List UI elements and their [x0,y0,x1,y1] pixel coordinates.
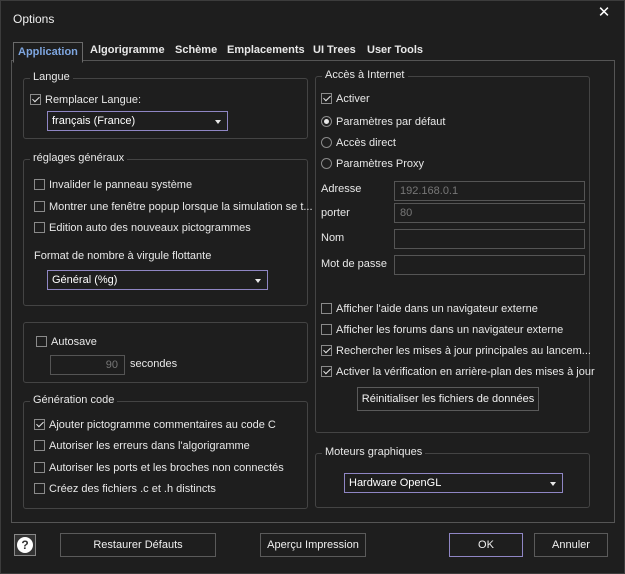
langue-group-title: Langue [30,71,73,83]
checkbox-icon [34,440,45,451]
codegen-option-label: Créez des fichiers .c et .h distincts [49,483,216,495]
general-option-checkbox[interactable]: Edition auto des nouveaux pictogrammes [34,221,251,235]
checkbox-icon [34,222,45,233]
password-input[interactable] [394,255,585,275]
autosave-seconds-input[interactable]: 90 [50,355,125,375]
checkbox-icon [321,303,332,314]
print-preview-button[interactable]: Aperçu Impression [260,533,366,557]
checkbox-icon [34,462,45,473]
checkbox-icon [34,419,45,430]
internet-activate-checkbox[interactable]: Activer [321,92,370,106]
replace-language-checkbox[interactable]: Remplacer Langue: [30,93,141,107]
language-select[interactable]: français (France) [47,111,228,131]
internet-option-checkbox[interactable]: Afficher les forums dans un navigateur e… [321,323,563,337]
radio-label: Accès direct [336,137,396,149]
codegen-option-checkbox[interactable]: Autoriser les ports et les broches non c… [34,461,284,475]
codegen-option-label: Autoriser les erreurs dans l'algorigramm… [49,440,250,452]
password-label: Mot de passe [321,258,388,270]
tab-bar: Application Algorigramme Schème Emplacem… [11,41,615,63]
checkbox-icon [30,94,41,105]
radio-label: Paramètres par défaut [336,116,446,128]
checkbox-icon [321,93,332,104]
radio-proxy-settings[interactable]: Paramètres Proxy [321,157,424,171]
internet-option-label: Afficher les forums dans un navigateur e… [336,324,564,336]
checkbox-icon [36,336,47,347]
internet-option-label: Rechercher les mises à jour principales … [336,345,591,357]
tab-user-tools[interactable]: User Tools [363,41,427,61]
internet-access-title: Accès à Internet [322,69,408,81]
float-format-value: Général (%g) [52,274,118,286]
general-settings-title: réglages généraux [30,152,128,164]
radio-icon [321,158,332,169]
window-title: Options [13,12,55,26]
radio-icon [321,116,332,127]
internet-option-checkbox[interactable]: Rechercher les mises à jour principales … [321,344,591,358]
checkbox-icon [34,179,45,190]
autosave-unit-label: secondes [130,358,178,370]
autosave-label: Autosave [51,336,97,348]
cancel-button[interactable]: Annuler [534,533,608,557]
general-option-label: Invalider le panneau système [49,179,193,191]
internet-option-label: Activer la vérification en arrière-plan … [336,366,595,378]
codegen-option-checkbox[interactable]: Ajouter pictogramme commentaires au code… [34,418,276,432]
checkbox-icon [321,366,332,377]
help-icon[interactable]: ? [14,534,36,556]
chevron-down-icon [215,120,221,124]
internet-option-label: Afficher l'aide dans un navigateur exter… [336,303,538,315]
restore-defaults-button[interactable]: Restaurer Défauts [60,533,216,557]
codegen-option-label: Autoriser les ports et les broches non c… [49,462,284,474]
codegen-option-label: Ajouter pictogramme commentaires au code… [49,419,276,431]
radio-label: Paramètres Proxy [336,158,425,170]
radio-icon [321,137,332,148]
name-input[interactable] [394,229,585,249]
internet-activate-label: Activer [336,93,370,105]
port-label: porter [321,207,350,219]
port-input[interactable]: 80 [394,203,585,223]
name-label: Nom [321,232,345,244]
tab-emplacements[interactable]: Emplacements [223,41,309,61]
general-option-checkbox[interactable]: Montrer une fenêtre popup lorsque la sim… [34,200,313,214]
code-generation-title: Génération code [30,394,118,406]
tab-algorigramme[interactable]: Algorigramme [86,41,169,61]
ok-button[interactable]: OK [449,533,523,557]
graphics-engine-value: Hardware OpenGL [349,477,442,489]
general-option-label: Montrer une fenêtre popup lorsque la sim… [49,201,313,213]
general-option-label: Edition auto des nouveaux pictogrammes [49,222,251,234]
options-dialog: Options ✕ Application Algorigramme Schèm… [0,0,625,574]
autosave-checkbox[interactable]: Autosave [36,335,97,349]
float-format-label: Format de nombre à virgule flottante [34,250,212,262]
radio-direct-access[interactable]: Accès direct [321,136,396,150]
language-select-value: français (France) [52,115,136,127]
radio-default-settings[interactable]: Paramètres par défaut [321,115,445,129]
reset-data-files-button[interactable]: Réinitialiser les fichiers de données [357,387,539,411]
graphics-engine-title: Moteurs graphiques [322,446,426,458]
internet-option-checkbox[interactable]: Activer la vérification en arrière-plan … [321,365,595,379]
codegen-option-checkbox[interactable]: Autoriser les erreurs dans l'algorigramm… [34,439,250,453]
codegen-option-checkbox[interactable]: Créez des fichiers .c et .h distincts [34,482,216,496]
tab-ui-trees[interactable]: UI Trees [309,41,360,61]
address-input[interactable]: 192.168.0.1 [394,181,585,201]
tab-application[interactable]: Application [13,42,83,63]
chevron-down-icon [550,482,556,486]
checkbox-icon [321,345,332,356]
chevron-down-icon [255,279,261,283]
checkbox-icon [34,201,45,212]
close-icon[interactable]: ✕ [596,5,612,21]
general-option-checkbox[interactable]: Invalider le panneau système [34,178,192,192]
address-label: Adresse [321,183,362,195]
title-bar: Options ✕ [1,1,624,37]
internet-option-checkbox[interactable]: Afficher l'aide dans un navigateur exter… [321,302,538,316]
replace-language-label: Remplacer Langue: [45,94,142,106]
help-glyph: ? [17,537,33,553]
checkbox-icon [34,483,45,494]
tab-scheme[interactable]: Schème [171,41,221,61]
checkbox-icon [321,324,332,335]
graphics-engine-select[interactable]: Hardware OpenGL [344,473,563,493]
float-format-select[interactable]: Général (%g) [47,270,268,290]
